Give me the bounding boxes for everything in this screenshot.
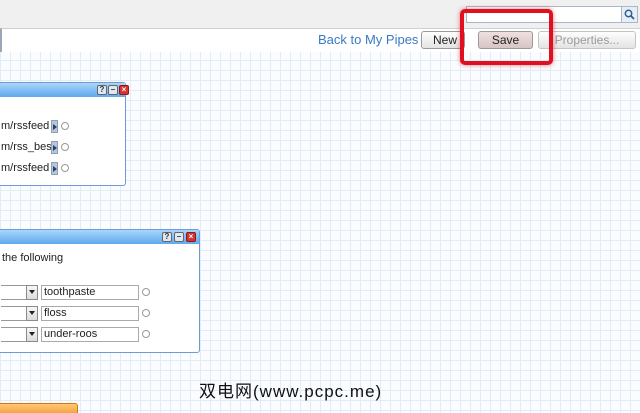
new-button[interactable]: New (421, 31, 465, 49)
rule-select[interactable] (1, 284, 27, 300)
filter-rule-row: toothpaste (1, 284, 150, 300)
feed-url-field[interactable]: m/rss_best (1, 141, 51, 153)
feed-row: m/rssfeed (1, 119, 69, 133)
watermark-text: 双电网(www.pcpc.me) (199, 382, 383, 401)
close-icon[interactable]: × (119, 85, 129, 95)
rule-value-input[interactable]: floss (41, 305, 139, 321)
output-module-titlebar[interactable] (0, 403, 78, 413)
terminal-icon[interactable] (142, 309, 150, 317)
help-icon[interactable]: ? (97, 85, 107, 95)
rule-value-input[interactable]: under-roos (41, 326, 139, 342)
save-highlight-box (460, 9, 553, 65)
feed-row: m/rss_best (1, 140, 69, 154)
terminal-icon[interactable] (61, 122, 69, 130)
chevron-down-icon[interactable] (26, 305, 38, 321)
search-button[interactable] (621, 6, 638, 23)
minimize-icon[interactable]: – (174, 232, 184, 242)
chevron-down-icon[interactable] (26, 284, 38, 300)
chevron-down-icon[interactable] (26, 326, 38, 342)
terminal-icon[interactable] (61, 164, 69, 172)
module-titlebar[interactable]: ? – × (0, 83, 129, 97)
rule-select[interactable] (1, 326, 27, 342)
module-titlebar[interactable]: ? – × (0, 230, 199, 244)
minimize-icon[interactable]: – (108, 85, 118, 95)
feed-arrow-icon[interactable] (51, 140, 58, 154)
feed-url-field[interactable]: m/rssfeed (1, 120, 51, 132)
feed-url-field[interactable]: m/rssfeed (1, 162, 51, 174)
terminal-icon[interactable] (61, 143, 69, 151)
filter-module[interactable]: ? – × the following toothpaste floss und… (0, 229, 200, 353)
terminal-icon[interactable] (142, 288, 150, 296)
feed-row: m/rssfeed (1, 161, 69, 175)
filter-rule-row: under-roos (1, 326, 150, 342)
back-to-my-pipes-link[interactable]: Back to My Pipes (318, 32, 418, 47)
rule-select[interactable] (1, 305, 27, 321)
filter-description: the following (2, 252, 64, 264)
feed-arrow-icon[interactable] (51, 161, 58, 175)
search-icon (624, 9, 635, 20)
feed-arrow-icon[interactable] (51, 119, 58, 133)
fetch-feed-module[interactable]: ? – × m/rssfeed m/rss_best m/rssfeed (0, 82, 129, 186)
filter-rule-row: floss (1, 305, 150, 321)
close-icon[interactable]: × (186, 232, 196, 242)
terminal-icon[interactable] (142, 330, 150, 338)
help-icon[interactable]: ? (162, 232, 172, 242)
rule-value-input[interactable]: toothpaste (41, 284, 139, 300)
